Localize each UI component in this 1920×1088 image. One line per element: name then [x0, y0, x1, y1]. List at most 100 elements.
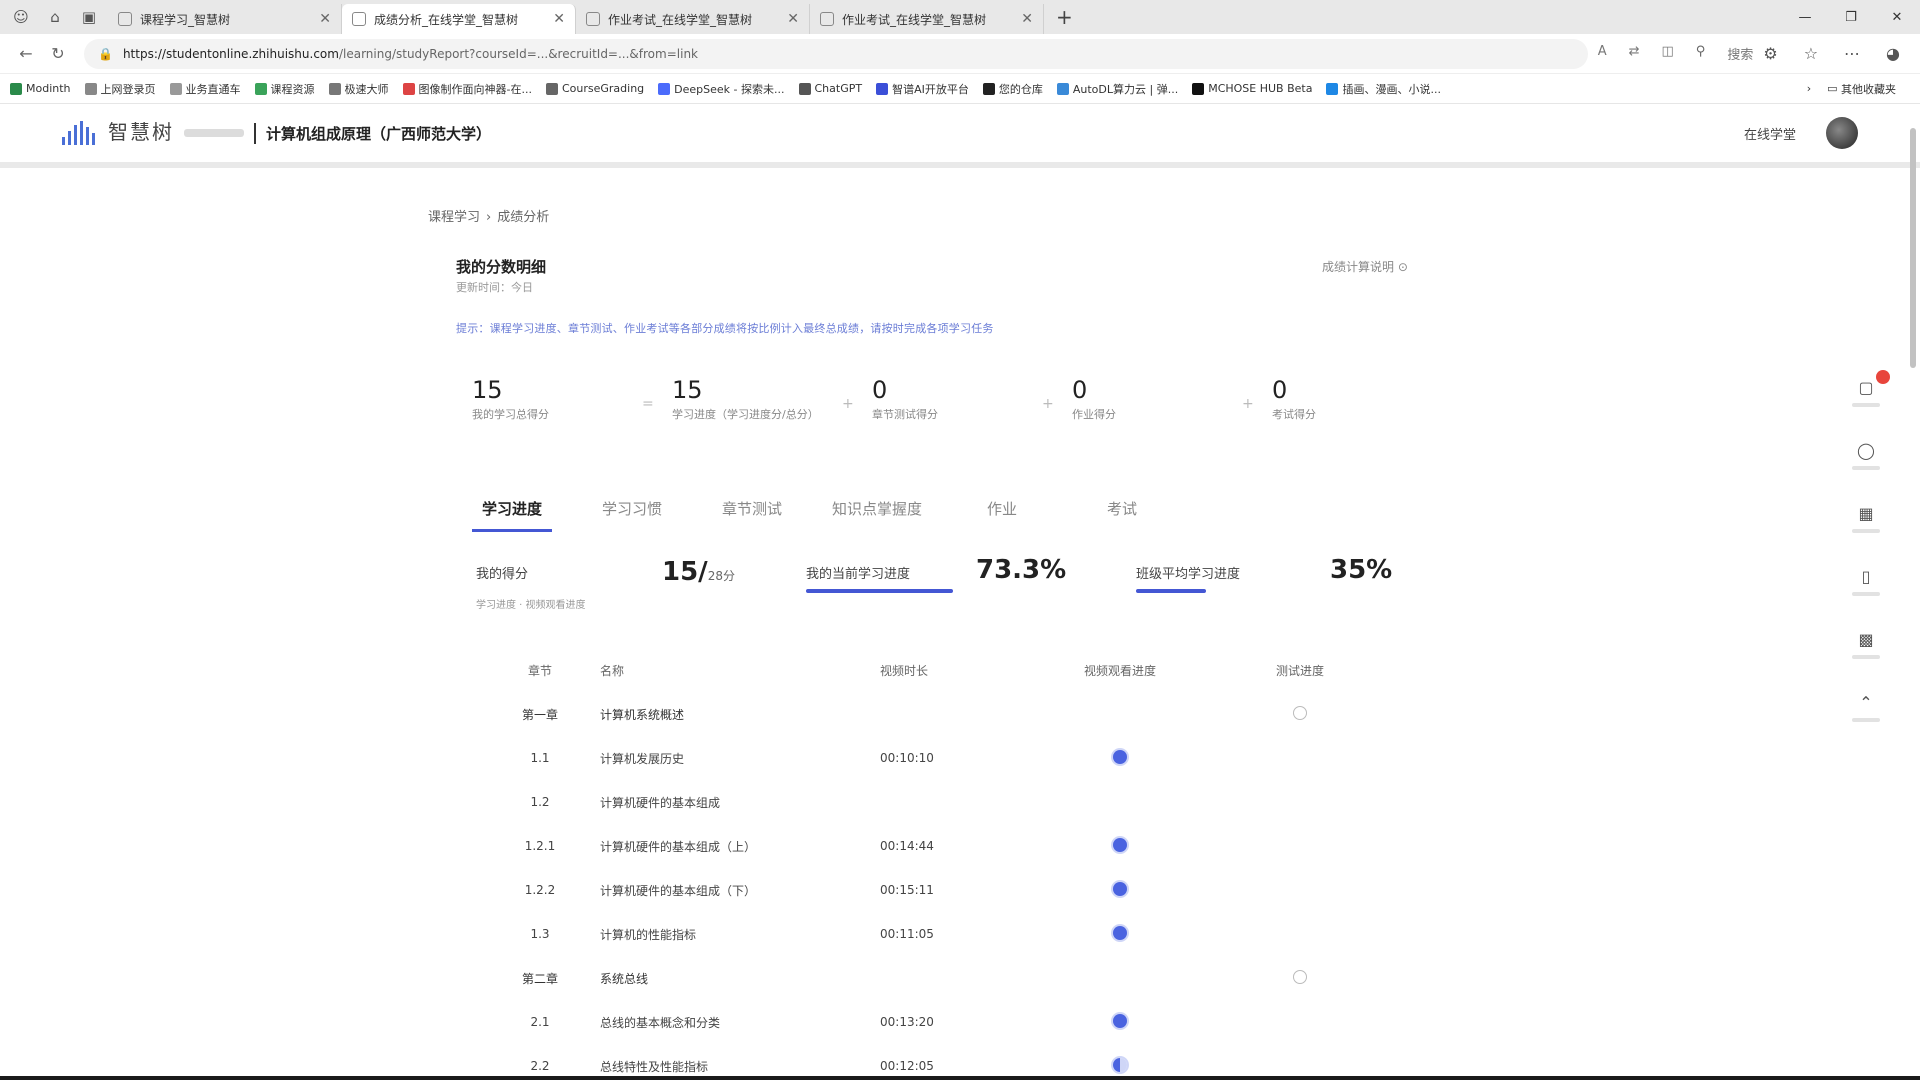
browser-tab[interactable]: 作业考试_在线学堂_智慧树 ✕ — [810, 4, 1044, 34]
url-actions: A ⇄ ◫ ⚲ 搜索 — [1598, 44, 1754, 63]
bookmark-item[interactable]: 业务直通车 — [170, 81, 241, 97]
table-header: 章节 名称 视频时长 视频观看进度 测试进度 — [480, 648, 1430, 692]
bookmark-item[interactable]: 图像制作面向神器-在... — [403, 81, 532, 97]
tab-study-habits[interactable]: 学习习惯 — [592, 498, 672, 532]
new-tab-icon[interactable]: + — [1056, 5, 1073, 29]
browser-tab[interactable]: 课程学习_智慧树 ✕ — [108, 4, 342, 34]
chapter-row[interactable]: 第二章系统总线 — [480, 956, 1430, 1000]
table-row[interactable]: 2.2总线特性及性能指标00:12:05 — [480, 1044, 1430, 1088]
bookmark-item[interactable]: 插画、漫画、小说... — [1326, 81, 1441, 97]
site-header: 智慧树 计算机组成原理（广西师范大学） 在线学堂 — [0, 104, 1920, 168]
score-rules-link[interactable]: 成绩计算说明 ⊙ — [1322, 258, 1408, 275]
tab-homework[interactable]: 作业 — [962, 498, 1042, 532]
bookmarks-overflow: › ▭ 其他收藏夹 — [1807, 81, 1910, 97]
search-label[interactable]: 搜索 — [1727, 44, 1753, 63]
bookmark-item[interactable]: 上网登录页 — [85, 81, 156, 97]
table-row[interactable]: 1.3计算机的性能指标00:11:05 — [480, 912, 1430, 956]
split-screen-icon[interactable]: ◫ — [1662, 44, 1674, 63]
toolbar-back-to-top[interactable]: ⌃ — [1852, 693, 1880, 722]
translate-icon[interactable]: ⇄ — [1629, 44, 1640, 63]
help-icon: ⊙ — [1398, 260, 1408, 274]
extensions-icon[interactable]: ⚙ — [1763, 44, 1777, 63]
score-rules-label: 成绩计算说明 — [1322, 260, 1394, 274]
row-name: 总线的基本概念和分类 — [600, 1014, 880, 1031]
row-duration: 00:10:10 — [880, 751, 1030, 765]
toolbar-calendar[interactable]: ▦ — [1852, 504, 1880, 533]
bookmark-icon — [658, 83, 670, 95]
bookmark-icon — [85, 83, 97, 95]
bookmark-item[interactable]: MCHOSE HUB Beta — [1192, 82, 1312, 95]
stat-exam: + 0 考试得分 — [1272, 376, 1472, 422]
col-name: 名称 — [600, 662, 880, 679]
favorites-icon[interactable]: ☆ — [1804, 44, 1818, 63]
close-window-icon[interactable]: ✕ — [1874, 10, 1920, 25]
close-tab-icon[interactable]: ✕ — [787, 11, 799, 27]
bookmark-item[interactable]: 课程资源 — [255, 81, 315, 97]
close-tab-icon[interactable]: ✕ — [319, 11, 331, 27]
row-name: 系统总线 — [600, 970, 880, 987]
table-row[interactable]: 1.1计算机发展历史00:10:10 — [480, 736, 1430, 780]
workspaces-icon[interactable]: ⌂ — [40, 4, 70, 30]
page-scrollbar[interactable] — [1908, 116, 1918, 1080]
bookmark-item[interactable]: CourseGrading — [546, 82, 644, 95]
site-logo[interactable]: 智慧树 — [62, 121, 174, 145]
read-aloud-icon[interactable]: A — [1598, 44, 1607, 63]
breadcrumb-parent[interactable]: 课程学习 — [428, 210, 480, 225]
tab-chapter-test[interactable]: 章节测试 — [712, 498, 792, 532]
row-number: 1.2.1 — [480, 839, 600, 853]
online-classroom-link[interactable]: 在线学堂 — [1744, 124, 1796, 143]
bookmark-label: 课程资源 — [271, 81, 315, 97]
row-duration: 00:11:05 — [880, 927, 1030, 941]
row-name: 计算机系统概述 — [600, 706, 880, 723]
restore-icon[interactable]: ❐ — [1828, 10, 1874, 25]
close-tab-icon[interactable]: ✕ — [1021, 11, 1033, 27]
bookmark-item[interactable]: 智谱AI开放平台 — [876, 81, 969, 97]
search-icon[interactable]: ⚲ — [1696, 44, 1706, 63]
close-tab-icon[interactable]: ✕ — [553, 11, 565, 27]
other-bookmarks-label: 其他收藏夹 — [1841, 81, 1896, 97]
bookmark-item[interactable]: AutoDL算力云 | 弹... — [1057, 81, 1178, 97]
bookmark-icon — [10, 83, 22, 95]
copilot-icon[interactable]: ◕ — [1886, 44, 1900, 63]
profile-icon[interactable]: ☺ — [6, 4, 36, 30]
browser-tab-active[interactable]: 成绩分析_在线学堂_智慧树 ✕ — [342, 4, 576, 34]
chapter-row[interactable]: 第一章计算机系统概述 — [480, 692, 1430, 736]
minimize-icon[interactable]: — — [1782, 10, 1828, 25]
toolbar-qa[interactable]: ◯ — [1852, 441, 1880, 470]
tab-knowledge-mastery[interactable]: 知识点掌握度 — [832, 498, 922, 532]
table-row[interactable]: 1.2.1计算机硬件的基本组成（上）00:14:44 — [480, 824, 1430, 868]
tab-actions-icon[interactable]: ▣ — [74, 4, 104, 30]
toolbar-messages[interactable]: ▢ — [1852, 378, 1880, 407]
back-icon[interactable]: ← — [10, 44, 42, 63]
tab-favicon-icon — [820, 12, 834, 26]
address-bar-row: ← ↻ 🔒 https://studentonline.zhihuishu.co… — [0, 34, 1920, 74]
bookmark-item[interactable]: DeepSeek - 探索未... — [658, 81, 784, 97]
course-title: 计算机组成原理（广西师范大学） — [254, 123, 491, 144]
bookmark-item[interactable]: ChatGPT — [799, 82, 863, 95]
stat-label: 作业得分 — [1072, 408, 1237, 422]
github-icon — [983, 83, 995, 95]
url-field[interactable]: 🔒 https://studentonline.zhihuishu.com /l… — [84, 39, 1588, 69]
refresh-icon[interactable]: ↻ — [42, 44, 74, 63]
class-avg-progress-bar — [1136, 589, 1206, 593]
table-row[interactable]: 2.1总线的基本概念和分类00:13:20 — [480, 1000, 1430, 1044]
bookmark-item[interactable]: 您的仓库 — [983, 81, 1043, 97]
other-bookmarks[interactable]: ▭ 其他收藏夹 — [1827, 81, 1896, 97]
table-row[interactable]: 1.2.2计算机硬件的基本组成（下）00:15:11 — [480, 868, 1430, 912]
scrollbar-thumb[interactable] — [1910, 128, 1916, 368]
toolbar-notes[interactable]: ▯ — [1852, 567, 1880, 596]
avatar[interactable] — [1826, 117, 1858, 149]
tab-exam[interactable]: 考试 — [1082, 498, 1162, 532]
tab-study-progress[interactable]: 学习进度 — [472, 498, 552, 532]
bookmark-icon — [255, 83, 267, 95]
browser-tab[interactable]: 作业考试_在线学堂_智慧树 ✕ — [576, 4, 810, 34]
bookmark-label: ChatGPT — [815, 82, 863, 95]
my-progress-bar — [806, 589, 953, 593]
table-row[interactable]: 1.2计算机硬件的基本组成 — [480, 780, 1430, 824]
bookmark-item[interactable]: Modinth — [10, 82, 71, 95]
chevron-right-icon[interactable]: › — [1807, 82, 1811, 95]
more-icon[interactable]: ⋯ — [1844, 44, 1860, 63]
bookmark-label: 您的仓库 — [999, 81, 1043, 97]
bookmark-item[interactable]: 极速大师 — [329, 81, 389, 97]
toolbar-qrcode[interactable]: ▩ — [1852, 630, 1880, 659]
